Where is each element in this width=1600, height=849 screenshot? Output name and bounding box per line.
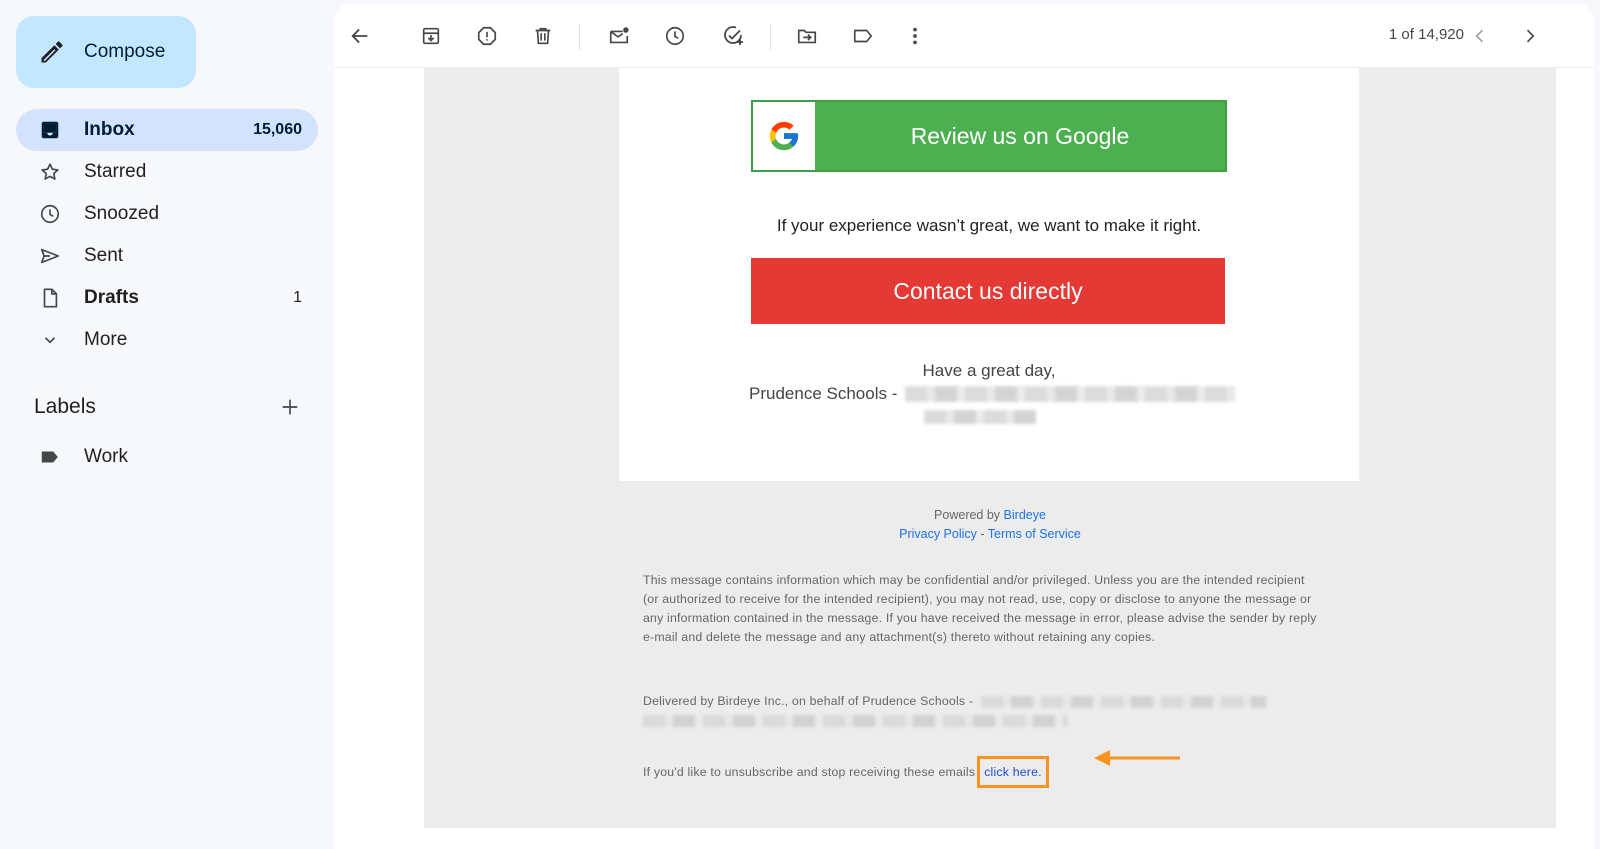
move-to-icon	[797, 29, 817, 44]
label-list: Work	[16, 436, 318, 478]
powered-by-line: Powered by Birdeye	[424, 508, 1556, 522]
review-on-google-button[interactable]: Review us on Google	[751, 100, 1227, 172]
message-view: 1 of 14,920 Review us on Google If your …	[334, 4, 1594, 849]
unsubscribe-link[interactable]: click here.	[977, 756, 1049, 788]
link-separator: -	[976, 527, 988, 541]
sidebar: Compose Inbox 15,060 Starred Snoozed Sen…	[0, 0, 330, 849]
sidebar-item-label: Snoozed	[84, 203, 160, 224]
sidebar-item-label: Inbox	[84, 119, 135, 140]
sender-line: Prudence Schools -	[749, 384, 1236, 404]
contact-us-button[interactable]: Contact us directly	[751, 258, 1225, 324]
move-to-button[interactable]	[791, 20, 823, 52]
label-tag-icon	[38, 445, 62, 469]
archive-button[interactable]	[415, 20, 447, 52]
inbox-icon	[38, 118, 62, 142]
sidebar-item-snoozed[interactable]: Snoozed	[16, 193, 318, 235]
labels-header: Labels	[34, 393, 304, 421]
sidebar-item-drafts[interactable]: Drafts 1	[16, 277, 318, 319]
snooze-button[interactable]	[659, 20, 691, 52]
label-icon	[853, 29, 873, 43]
sidebar-item-label: Starred	[84, 161, 147, 182]
sidebar-label-work[interactable]: Work	[16, 436, 318, 478]
toolbar-divider	[770, 24, 771, 50]
powered-by-text: Powered by	[934, 508, 1001, 522]
newer-button[interactable]	[1464, 20, 1496, 52]
unread-count: 15,060	[253, 121, 302, 138]
sidebar-item-label: Work	[84, 446, 128, 467]
sidebar-item-label: More	[84, 329, 128, 350]
older-button[interactable]	[1514, 20, 1546, 52]
compose-button[interactable]: Compose	[16, 16, 196, 88]
email-card: Review us on Google If your experience w…	[619, 68, 1359, 481]
snooze-icon	[665, 26, 685, 46]
report-spam-button[interactable]	[471, 20, 503, 52]
mark-unread-icon	[609, 27, 629, 44]
back-button[interactable]	[344, 20, 376, 52]
sign-off-text: Have a great day,	[922, 361, 1056, 380]
delivered-by-text: Delivered by Birdeye Inc., on behalf of …	[643, 692, 1323, 730]
more-options-button[interactable]	[899, 20, 931, 52]
add-task-icon	[724, 26, 743, 45]
sidebar-item-inbox[interactable]: Inbox 15,060	[16, 109, 318, 151]
archive-icon	[422, 27, 440, 45]
toolbar-divider	[579, 24, 580, 50]
email-body: Review us on Google If your experience w…	[424, 68, 1556, 828]
sender-name: Prudence Schools -	[749, 384, 898, 403]
birdeye-link[interactable]: Birdeye	[1004, 508, 1046, 522]
policy-links: Privacy Policy - Terms of Service	[424, 527, 1556, 541]
privacy-policy-link[interactable]: Privacy Policy	[899, 527, 977, 541]
nav-list: Inbox 15,060 Starred Snoozed Sent Drafts…	[16, 109, 318, 361]
report-spam-icon	[477, 26, 497, 46]
label-button[interactable]	[847, 20, 879, 52]
delete-button[interactable]	[527, 20, 559, 52]
compose-label: Compose	[84, 41, 166, 62]
annotation-arrow-icon	[1094, 750, 1180, 766]
redacted-address	[905, 386, 1236, 402]
clock-icon	[38, 202, 62, 226]
redacted-delivery-address	[980, 695, 1266, 708]
draft-count: 1	[293, 289, 302, 306]
unsubscribe-line: If you'd like to unsubscribe and stop re…	[643, 756, 1049, 788]
experience-text: If your experience wasn’t great, we want…	[776, 216, 1202, 235]
add-label-icon[interactable]	[276, 393, 304, 421]
sidebar-item-starred[interactable]: Starred	[16, 151, 318, 193]
confidentiality-disclaimer: This message contains information which …	[643, 573, 1317, 644]
more-vert-icon	[913, 27, 917, 45]
pencil-icon	[41, 41, 63, 63]
redacted-delivery-address-line2	[643, 714, 1068, 727]
sidebar-item-label: Sent	[84, 245, 124, 266]
chevron-down-icon	[38, 328, 62, 352]
delete-icon	[535, 27, 551, 45]
back-arrow-icon	[351, 28, 368, 44]
google-logo-icon	[753, 102, 815, 170]
star-icon	[38, 160, 62, 184]
labels-title: Labels	[34, 395, 96, 418]
send-icon	[38, 244, 62, 268]
sidebar-item-more[interactable]: More	[16, 319, 318, 361]
message-toolbar: 1 of 14,920	[334, 4, 1594, 68]
unsubscribe-text: If you'd like to unsubscribe and stop re…	[643, 765, 976, 779]
pagination-text: 1 of 14,920	[1388, 26, 1464, 43]
terms-of-service-link[interactable]: Terms of Service	[988, 527, 1081, 541]
add-task-button[interactable]	[717, 20, 749, 52]
redacted-address-line2	[924, 410, 1036, 424]
delivered-text: Delivered by Birdeye Inc., on behalf of …	[643, 694, 974, 708]
review-button-label: Review us on Google	[910, 122, 1130, 149]
mark-unread-button[interactable]	[603, 20, 635, 52]
sidebar-item-sent[interactable]: Sent	[16, 235, 318, 277]
chevron-right-icon	[1526, 29, 1535, 43]
draft-file-icon	[38, 286, 62, 310]
sidebar-item-label: Drafts	[84, 287, 139, 308]
chevron-left-icon	[1475, 29, 1484, 43]
